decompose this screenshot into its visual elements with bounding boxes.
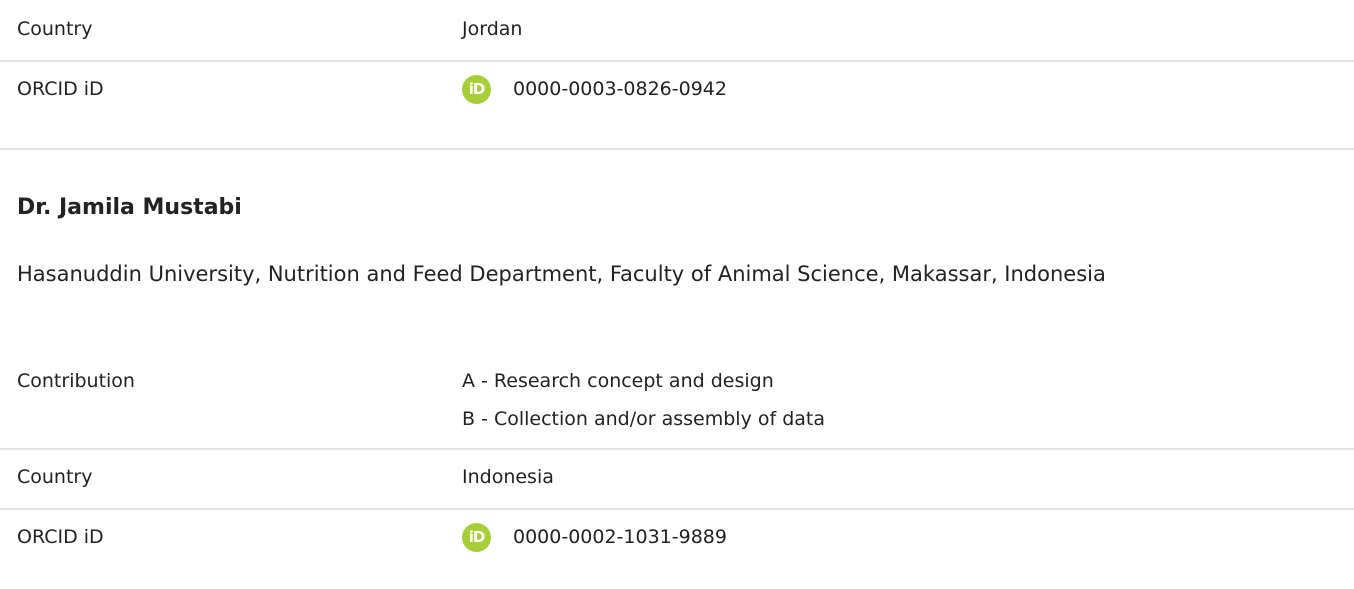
country-row: Country Indonesia [0, 458, 1354, 498]
orcid-icon: iD [462, 522, 491, 552]
orcid-id-text[interactable]: 0000-0003-0826-0942 [513, 70, 727, 108]
orcid-icon: iD [462, 74, 491, 104]
orcid-value-container: iD 0000-0003-0826-0942 [462, 70, 727, 108]
contribution-row: Contribution A - Research concept and de… [0, 362, 1354, 442]
country-label: Country [17, 18, 93, 40]
contribution-item: B - Collection and/or assembly of data [462, 408, 826, 430]
orcid-label: ORCID iD [17, 78, 104, 100]
country-label: Country [17, 466, 93, 488]
divider [0, 508, 1354, 510]
orcid-label: ORCID iD [17, 526, 104, 548]
contribution-label: Contribution [17, 370, 135, 392]
orcid-row: ORCID iD iD 0000-0002-1031-9889 [0, 518, 1354, 558]
author-affiliation: Hasanuddin University, Nutrition and Fee… [17, 262, 1106, 286]
divider [0, 448, 1354, 450]
orcid-row: ORCID iD iD 0000-0003-0826-0942 [0, 70, 1354, 110]
country-value: Indonesia [462, 466, 554, 488]
divider [0, 60, 1354, 62]
section-divider [0, 148, 1354, 150]
author-details-page: Country Jordan ORCID iD iD 0000-0003-082… [0, 0, 1354, 589]
orcid-link[interactable]: iD 0000-0002-1031-9889 [462, 518, 727, 556]
orcid-id-text[interactable]: 0000-0002-1031-9889 [513, 518, 727, 556]
country-value: Jordan [462, 18, 523, 40]
contribution-item: A - Research concept and design [462, 370, 774, 392]
orcid-value-container: iD 0000-0002-1031-9889 [462, 518, 727, 556]
contribution-list: A - Research concept and design B - Coll… [462, 362, 825, 438]
country-row: Country Jordan [0, 10, 1354, 50]
orcid-link[interactable]: iD 0000-0003-0826-0942 [462, 70, 727, 108]
author-name: Dr. Jamila Mustabi [17, 195, 242, 220]
